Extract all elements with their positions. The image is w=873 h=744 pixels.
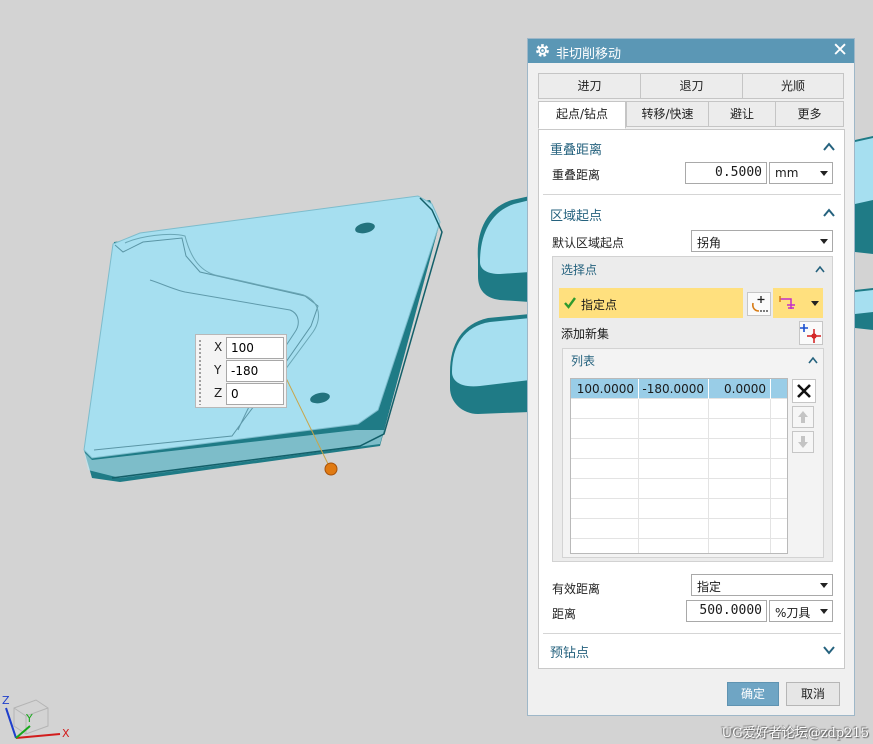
dropdown-arrow-icon [820, 583, 828, 588]
overlap-section-header[interactable]: 重叠距离 [539, 134, 844, 160]
chevron-up-icon[interactable] [814, 263, 826, 275]
table-row-empty [571, 499, 787, 519]
specify-point-label: 指定点 [581, 298, 618, 312]
table-cell-z: 0.0000 [709, 379, 771, 399]
table-row-empty [571, 399, 787, 419]
close-icon[interactable]: ✕ [832, 40, 848, 60]
coord-x-input[interactable] [226, 337, 284, 359]
tab-strip: 进刀 退刀 光顺 起点/钻点 转移/快速 避让 更多 [538, 73, 844, 129]
effective-distance-label: 有效距离 [552, 582, 601, 596]
specify-point-row[interactable]: 指定点 [559, 288, 743, 318]
point-list-table[interactable]: 100.0000 -180.0000 0.0000 [570, 378, 788, 554]
move-up-button[interactable] [792, 406, 814, 428]
table-cell-y: -180.0000 [639, 379, 709, 399]
gear-icon [536, 44, 549, 57]
list-group: 列表 100.0000 -180.0000 0.0000 [562, 348, 824, 558]
coord-z-input[interactable] [226, 383, 284, 405]
tab-smoothing[interactable]: 光顺 [742, 73, 844, 99]
tab-retract[interactable]: 退刀 [640, 73, 743, 99]
coord-x-label: X [214, 340, 223, 354]
checkmark-icon [564, 297, 576, 309]
table-row-empty [571, 539, 787, 553]
table-row-empty [571, 419, 787, 439]
tab-approach[interactable]: 进刀 [538, 73, 641, 99]
triad-x-label: X [62, 727, 70, 740]
arrow-down-icon [798, 436, 808, 448]
select-point-title: 选择点 [561, 263, 598, 277]
table-cell-x: 100.0000 [571, 379, 639, 399]
ok-button[interactable]: 确定 [727, 682, 779, 706]
region-start-section-title: 区域起点 [550, 209, 603, 224]
coordinate-input-box[interactable]: X Y Z [195, 334, 287, 408]
tab-transfer-rapid[interactable]: 转移/快速 [626, 101, 709, 127]
dialog-titlebar[interactable]: 非切削移动 ✕ [528, 39, 854, 63]
default-region-start-select[interactable]: 拐角 [691, 230, 833, 252]
move-down-button[interactable] [792, 431, 814, 453]
inferred-point-icon [779, 296, 795, 309]
dialog-title: 非切削移动 [556, 47, 622, 62]
overlap-field-label: 重叠距离 [552, 168, 601, 182]
add-new-set-label: 添加新集 [561, 327, 610, 341]
triad-y-label: Y [26, 712, 33, 725]
watermark: UG爱好者论坛@zdp215 [721, 726, 869, 741]
table-row-empty [571, 519, 787, 539]
divider [543, 194, 841, 195]
tab-avoidance[interactable]: 避让 [708, 101, 776, 127]
overlap-distance-input[interactable]: 0.5000 [685, 162, 767, 184]
chevron-up-icon[interactable] [822, 140, 836, 154]
cancel-button[interactable]: 取消 [786, 682, 840, 706]
coord-y-input[interactable] [226, 360, 284, 382]
table-row-empty [571, 479, 787, 499]
predrill-section-header[interactable]: 预钻点 [539, 637, 844, 663]
distance-unit-value: %刀具 [775, 606, 811, 620]
distance-input[interactable]: 500.0000 [686, 600, 767, 622]
select-point-group: 选择点 指定点 添加新集 列表 100.0000 -180.0000 0.000… [552, 256, 833, 562]
point-dialog-button[interactable] [747, 292, 771, 316]
effective-distance-select[interactable]: 指定 [691, 574, 833, 596]
coord-z-row: Z [212, 383, 286, 405]
region-start-section-header[interactable]: 区域起点 [539, 200, 844, 226]
list-title: 列表 [571, 354, 596, 368]
effective-distance-value: 指定 [697, 580, 722, 594]
drag-handle-icon[interactable] [198, 339, 202, 405]
dropdown-arrow-icon [811, 301, 819, 306]
non-cutting-moves-dialog: 非切削移动 ✕ 进刀 退刀 光顺 起点/钻点 转移/快速 避让 更多 重叠距离 … [527, 38, 855, 716]
dropdown-arrow-icon [820, 171, 828, 176]
default-region-start-value: 拐角 [697, 236, 722, 250]
table-row[interactable]: 100.0000 -180.0000 0.0000 [571, 379, 787, 399]
coord-z-label: Z [214, 386, 223, 400]
point-constructor-icon [752, 296, 768, 312]
remove-point-button[interactable] [792, 379, 816, 403]
chevron-down-icon[interactable] [822, 643, 836, 657]
coord-y-row: Y [212, 360, 286, 382]
default-region-start-label: 默认区域起点 [552, 236, 625, 250]
tab-more[interactable]: 更多 [775, 101, 844, 127]
dropdown-arrow-icon [820, 609, 828, 614]
chevron-up-icon[interactable] [822, 206, 836, 220]
table-row-empty [571, 459, 787, 479]
tab-start-drill-points[interactable]: 起点/钻点 [538, 101, 626, 129]
chevron-up-icon[interactable] [807, 354, 819, 366]
arrow-up-icon [798, 411, 808, 423]
add-set-icon [800, 324, 821, 343]
predrill-section-title: 预钻点 [550, 646, 590, 661]
point-type-dropdown[interactable] [773, 288, 823, 318]
tab-panel: 重叠距离 重叠距离 0.5000 mm 区域起点 默认区域起点 拐角 选择点 指… [538, 129, 845, 669]
coord-y-label: Y [214, 363, 222, 377]
distance-label: 距离 [552, 607, 577, 621]
triad-z-label: Z [2, 694, 10, 707]
overlap-unit-value: mm [775, 166, 799, 180]
add-new-set-button[interactable] [799, 321, 823, 345]
view-triad [5, 699, 61, 739]
distance-unit-select[interactable]: %刀具 [769, 600, 833, 622]
table-row-empty [571, 439, 787, 459]
overlap-unit-select[interactable]: mm [769, 162, 833, 184]
table-cell-extra [771, 379, 787, 399]
coord-x-row: X [212, 337, 286, 359]
overlap-section-title: 重叠距离 [550, 143, 603, 158]
specified-point-marker[interactable] [324, 462, 338, 476]
dropdown-arrow-icon [820, 239, 828, 244]
close-icon [797, 384, 811, 398]
divider [543, 633, 841, 634]
